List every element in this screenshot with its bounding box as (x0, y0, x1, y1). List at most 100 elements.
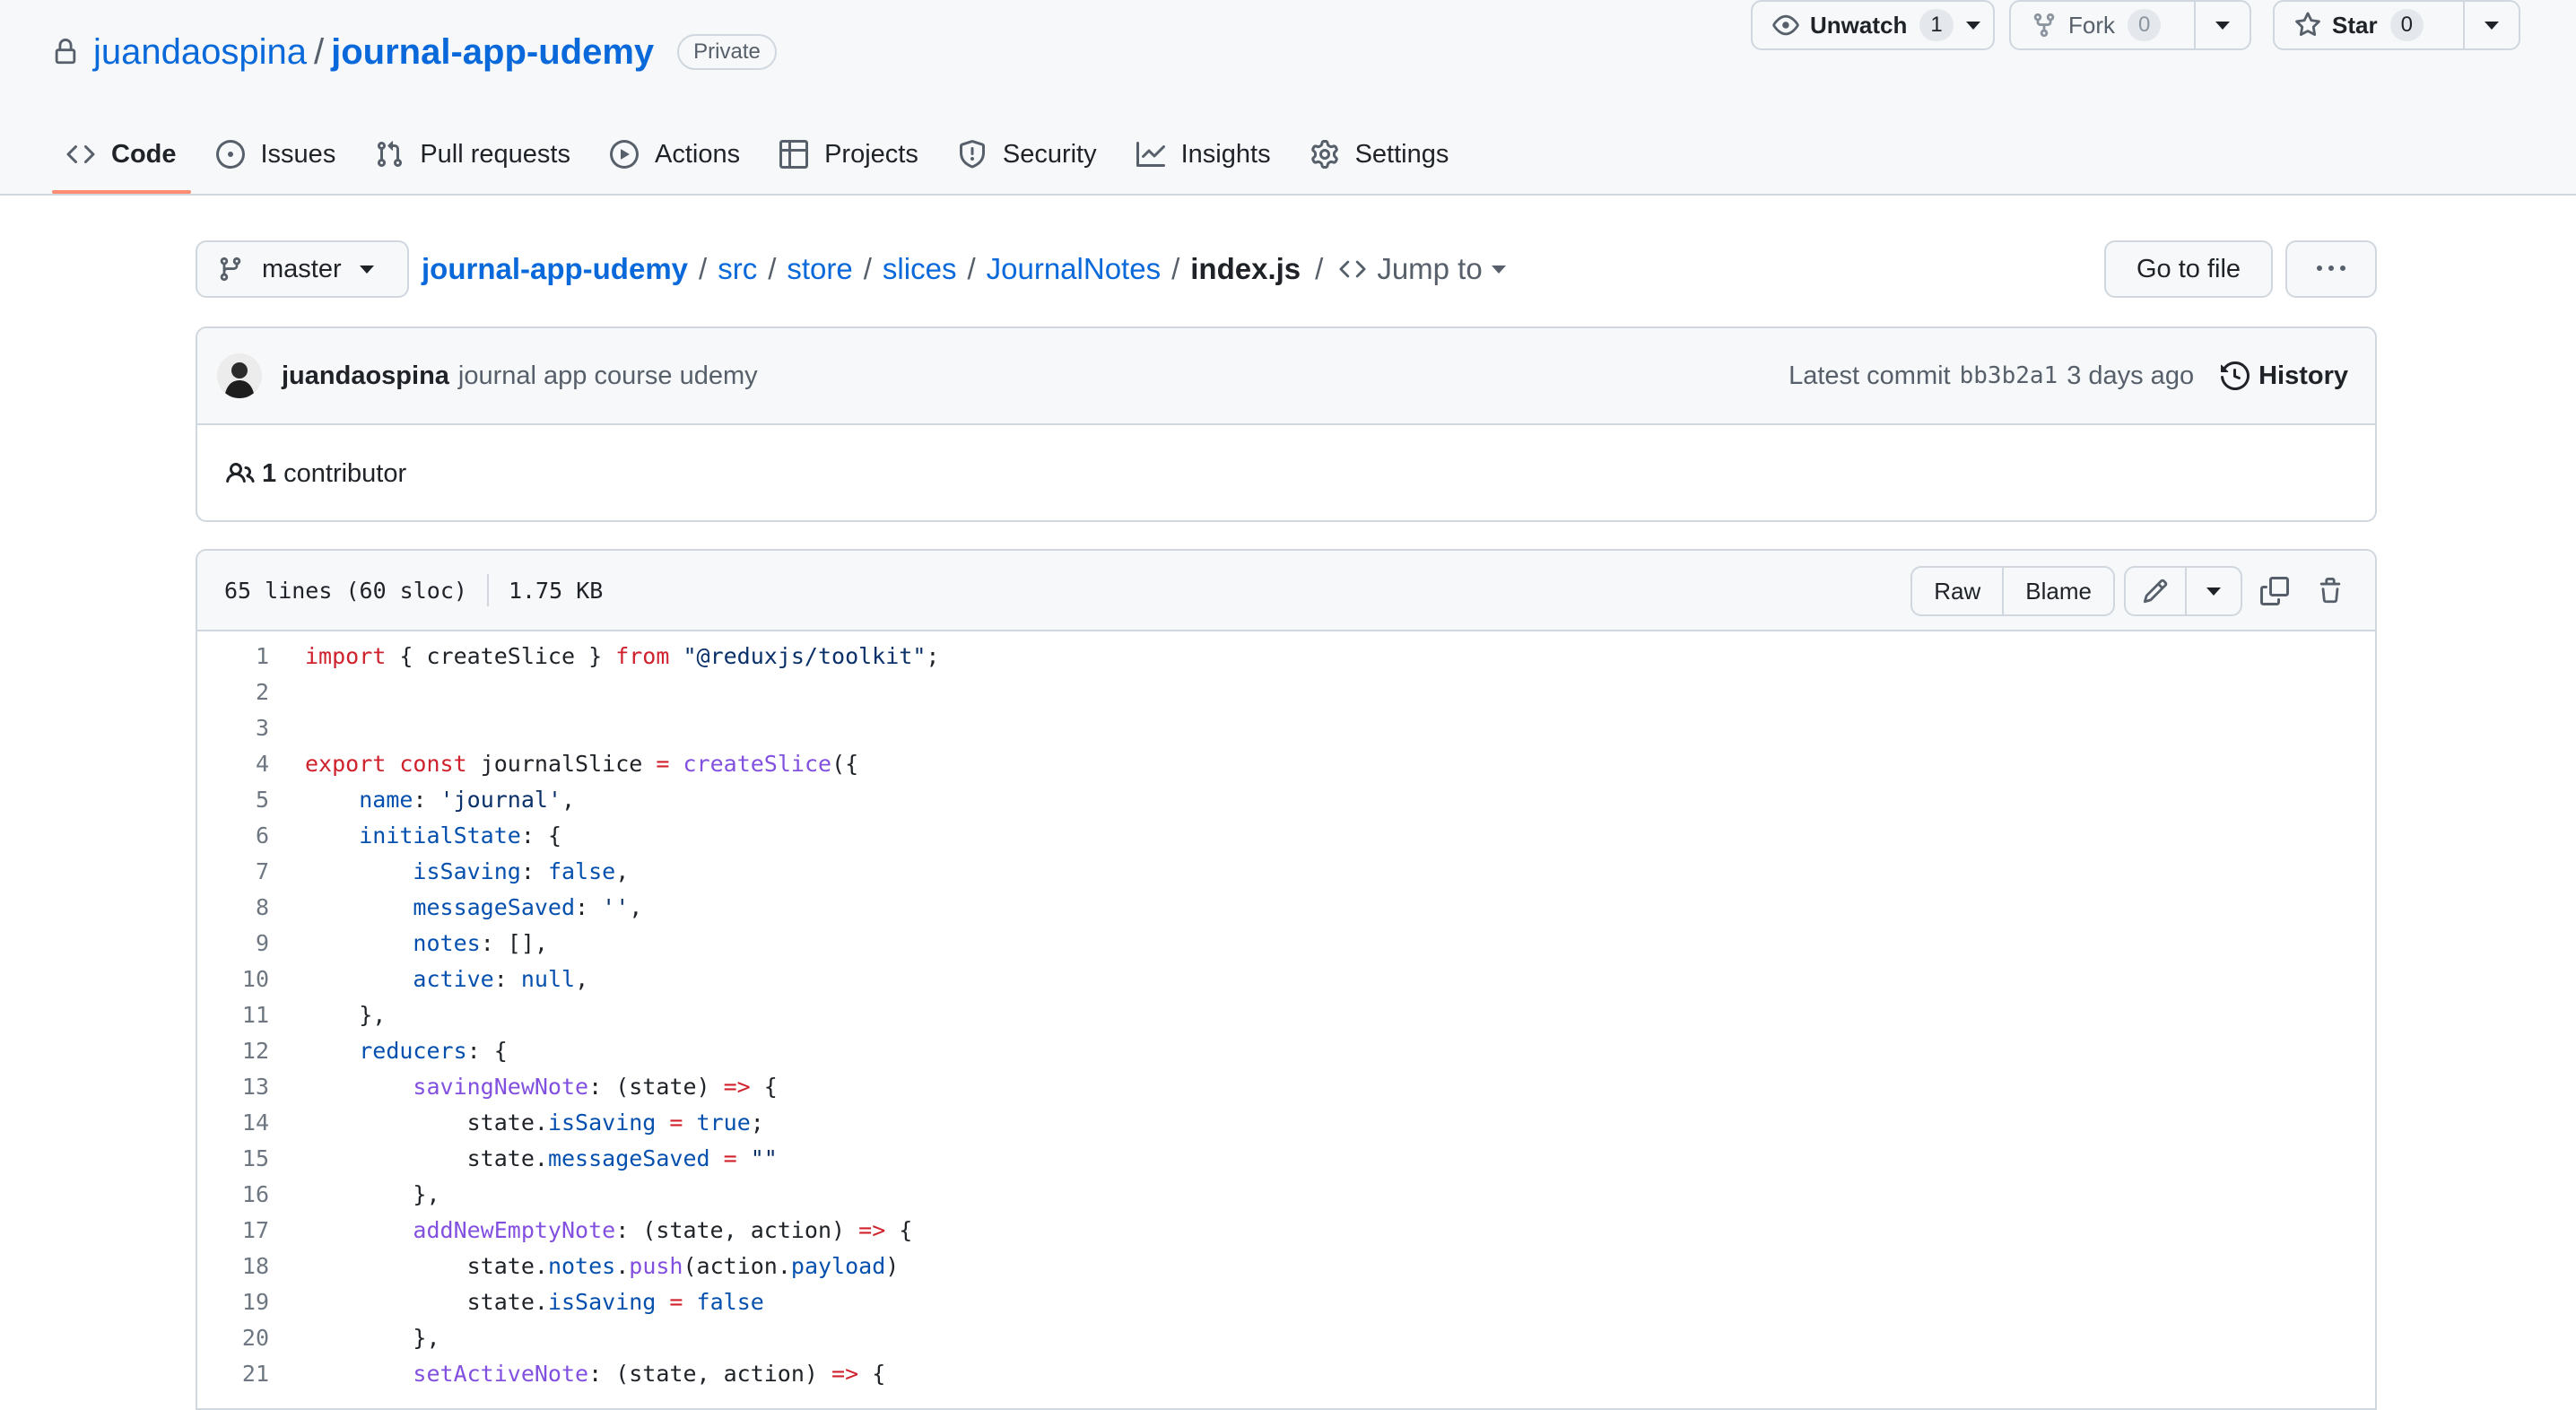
code-line: 16 }, (197, 1177, 2375, 1213)
code-line: 15 state.messageSaved = "" (197, 1141, 2375, 1177)
star-dropdown[interactable] (2463, 2, 2519, 48)
history-label: History (2258, 361, 2348, 390)
repo-tabs: Code Issues Pull requests Actions Projec… (52, 126, 1474, 196)
unwatch-button[interactable]: Unwatch 1 (1753, 2, 1966, 48)
tab-label: Settings (1354, 139, 1449, 169)
line-number[interactable]: 3 (197, 710, 269, 746)
tab-settings[interactable]: Settings (1296, 126, 1464, 183)
line-number[interactable]: 8 (197, 890, 269, 926)
watch-button-group: Unwatch 1 (1751, 0, 1995, 50)
latest-commit-label: Latest commit (1788, 361, 1951, 390)
file-header: 65 lines (60 sloc) 1.75 KB Raw Blame (197, 551, 2375, 631)
line-number[interactable]: 21 (197, 1356, 269, 1392)
git-branch-icon (217, 256, 244, 283)
chevron-down-icon (1491, 265, 1506, 274)
chevron-down-icon (2215, 21, 2230, 30)
more-options-button[interactable] (2285, 240, 2377, 298)
line-number[interactable]: 14 (197, 1105, 269, 1141)
edit-file-button[interactable] (2126, 568, 2185, 614)
line-code: state.isSaving = true; (305, 1110, 764, 1136)
code-line: 4 export const journalSlice = createSlice… (197, 746, 2375, 782)
breadcrumb-separator: / (1171, 252, 1180, 285)
line-number[interactable]: 12 (197, 1033, 269, 1069)
line-number[interactable]: 2 (197, 675, 269, 710)
line-number[interactable]: 16 (197, 1177, 269, 1213)
line-number[interactable]: 18 (197, 1249, 269, 1284)
tab-code[interactable]: Code (52, 126, 191, 194)
file-line-count: 65 lines (60 sloc) (224, 577, 467, 604)
line-number[interactable]: 4 (197, 746, 269, 782)
code-line: 12 reducers: { (197, 1033, 2375, 1069)
line-number[interactable]: 5 (197, 782, 269, 818)
history-link[interactable]: History (2221, 361, 2348, 391)
tab-projects[interactable]: Projects (765, 126, 933, 183)
commit-meta: Latest commit bb3b2a1 3 days ago History (1788, 328, 2348, 423)
branch-select-button[interactable]: master (196, 240, 409, 298)
line-number[interactable]: 10 (197, 962, 269, 997)
issue-opened-icon (215, 140, 245, 169)
repo-name-link[interactable]: journal-app-udemy (331, 25, 654, 79)
line-number[interactable]: 20 (197, 1320, 269, 1356)
copy-icon (2260, 577, 2289, 605)
repo-owner-link[interactable]: juandaospina (93, 25, 307, 79)
line-number[interactable]: 15 (197, 1141, 269, 1177)
commit-author-link[interactable]: juandaospina (282, 361, 449, 391)
blame-button[interactable]: Blame (2002, 568, 2113, 614)
tab-pull-requests[interactable]: Pull requests (361, 126, 585, 183)
tab-insights[interactable]: Insights (1122, 126, 1285, 183)
fork-dropdown[interactable] (2194, 2, 2250, 48)
avatar[interactable] (217, 353, 262, 398)
repo-slash: / (314, 32, 325, 72)
line-code: reducers: { (359, 1038, 508, 1064)
breadcrumb-separator: / (768, 252, 777, 285)
repo-title: juandaospina / journal-app-udemy Private (52, 25, 777, 79)
code-line: 1 import { createSlice } from "@reduxjs/t… (197, 639, 2375, 675)
watch-dropdown[interactable] (1965, 2, 1997, 48)
git-pull-request-icon (375, 140, 404, 169)
contributors-row[interactable]: 1 contributor (197, 425, 2375, 520)
commit-message-link[interactable]: journal app course udemy (458, 361, 758, 391)
breadcrumb-src-link[interactable]: src (718, 252, 757, 286)
line-number[interactable]: 1 (197, 639, 269, 675)
line-code: import { createSlice } from "@reduxjs/to… (305, 643, 940, 669)
fork-label: Fork (2068, 11, 2115, 39)
edit-button-group (2124, 566, 2242, 616)
code-view[interactable]: 1 import { createSlice } from "@reduxjs/t… (197, 631, 2375, 1392)
line-number[interactable]: 7 (197, 854, 269, 890)
jump-to-button[interactable]: Jump to (1337, 252, 1506, 286)
tab-security[interactable]: Security (944, 126, 1111, 183)
latest-commit-box: juandaospina journal app course udemy La… (196, 326, 2377, 522)
breadcrumb-separator: / (1315, 252, 1324, 285)
code-line: 21 setActiveNote: (state, action) => { (197, 1356, 2375, 1392)
line-number[interactable]: 11 (197, 997, 269, 1033)
line-number[interactable]: 13 (197, 1069, 269, 1105)
line-number[interactable]: 19 (197, 1284, 269, 1320)
line-number[interactable]: 9 (197, 926, 269, 962)
star-button[interactable]: Star 0 (2275, 2, 2463, 48)
breadcrumb-slices-link[interactable]: slices (883, 252, 957, 286)
contributors-label: contributor (283, 458, 407, 488)
tab-label: Actions (654, 139, 741, 169)
raw-button[interactable]: Raw (1912, 568, 2002, 614)
breadcrumb-store-link[interactable]: store (787, 252, 852, 286)
contributors-count: 1 (262, 458, 277, 488)
go-to-file-button[interactable]: Go to file (2104, 240, 2273, 298)
fork-button[interactable]: Fork 0 (2011, 2, 2194, 48)
graph-icon (1136, 140, 1165, 169)
commit-sha-link[interactable]: bb3b2a1 (1960, 362, 2058, 389)
breadcrumb-journalnotes-link[interactable]: JournalNotes (987, 252, 1161, 286)
line-code: setActiveNote: (state, action) => { (413, 1361, 886, 1387)
tab-actions[interactable]: Actions (596, 126, 754, 183)
edit-dropdown-button[interactable] (2185, 568, 2241, 614)
code-line: 19 state.isSaving = false (197, 1284, 2375, 1320)
copy-raw-button[interactable] (2251, 566, 2298, 616)
fork-counter: 0 (2128, 9, 2162, 41)
commit-time: 3 days ago (2067, 361, 2195, 390)
tab-issues[interactable]: Issues (202, 126, 351, 183)
code-line: 8 messageSaved: '', (197, 890, 2375, 926)
line-number[interactable]: 6 (197, 818, 269, 854)
tab-label: Pull requests (420, 139, 570, 169)
breadcrumb-repo-link[interactable]: journal-app-udemy (422, 252, 688, 286)
delete-file-button[interactable] (2307, 566, 2354, 616)
line-number[interactable]: 17 (197, 1213, 269, 1249)
